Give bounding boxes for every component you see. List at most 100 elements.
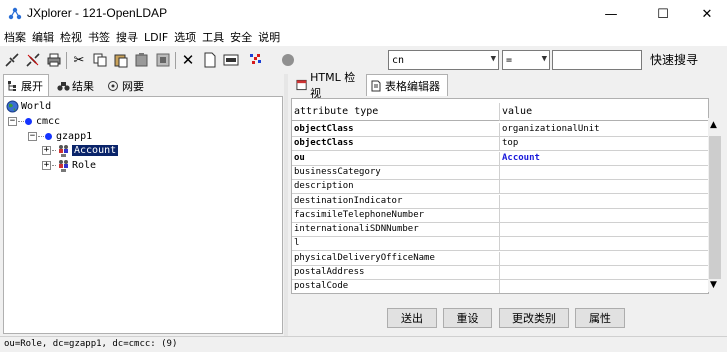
maximize-button[interactable]: ☐ <box>640 0 686 28</box>
table-row[interactable]: objectClass top <box>292 137 708 152</box>
node-dot-icon <box>25 118 32 125</box>
disconnect-icon[interactable] <box>25 52 41 68</box>
tree-node-world[interactable]: World <box>6 100 51 113</box>
refresh-icon[interactable] <box>248 52 264 68</box>
collapse-icon[interactable]: − <box>28 132 37 141</box>
tree-node-label: gzapp1 <box>56 131 93 142</box>
scroll-up-icon[interactable]: ▲ <box>710 120 717 130</box>
search-input[interactable] <box>552 50 642 70</box>
menu-help[interactable]: 说明 <box>258 29 280 45</box>
expand-icon[interactable]: + <box>42 146 51 155</box>
tree-node-label: Role <box>72 160 97 171</box>
tab-schema[interactable]: 网要 <box>104 76 154 95</box>
menu-ldif[interactable]: LDIF <box>144 31 168 44</box>
attribute-name-cell: businessCategory <box>294 166 381 177</box>
menu-view[interactable]: 检视 <box>60 29 82 45</box>
paste-icon[interactable] <box>113 52 129 68</box>
connect-icon[interactable] <box>4 52 20 68</box>
table-row[interactable]: physicalDeliveryOfficeName <box>292 251 708 266</box>
tree-node-role[interactable]: + Role <box>42 159 96 172</box>
menu-security[interactable]: 安全 <box>230 29 252 45</box>
menu-file[interactable]: 档案 <box>4 29 26 45</box>
tree-node-gzapp1[interactable]: − gzapp1 <box>28 131 92 142</box>
attribute-name-cell: l <box>294 238 300 249</box>
column-header-attribute[interactable]: attribute type <box>294 106 499 117</box>
jxplorer-logo-icon <box>8 7 22 20</box>
tab-results[interactable]: 结果 <box>54 76 102 95</box>
menu-tools[interactable]: 工具 <box>202 29 224 45</box>
copy-icon[interactable] <box>92 52 108 68</box>
people-icon <box>59 160 68 172</box>
tree-node-label: Account <box>72 145 119 156</box>
table-row[interactable]: postalAddress <box>292 266 708 280</box>
table-row[interactable]: l <box>292 237 708 252</box>
print-icon[interactable] <box>46 52 62 68</box>
tree-node-account[interactable]: + Account <box>42 144 119 157</box>
attribute-value-cell[interactable]: Account <box>502 153 707 163</box>
right-panel: HTML 检视 表格编辑器 attribute type value objec… <box>288 71 727 336</box>
node-dot-icon <box>45 133 52 140</box>
change-class-button[interactable]: 更改类别 <box>499 308 569 328</box>
menu-bar: 档案 编辑 检视 书签 搜寻 LDIF 选项 工具 安全 说明 <box>0 28 727 46</box>
attribute-name-cell: ou <box>294 152 305 163</box>
schema-icon <box>108 80 118 91</box>
scrollbar-thumb[interactable] <box>709 136 721 279</box>
tree-node-cmcc[interactable]: − cmcc <box>8 116 60 127</box>
stop-icon[interactable] <box>280 52 296 68</box>
attribute-name-cell: postalCode <box>294 281 349 292</box>
toolbar: ✂ ✕ cn ▼ = ▼ 快速搜寻 <box>0 46 727 74</box>
vertical-scrollbar[interactable]: ▲ ▼ <box>708 118 722 292</box>
minimize-button[interactable]: — <box>588 0 634 28</box>
toolbar-separator <box>175 52 176 69</box>
close-button[interactable]: ✕ <box>684 0 727 28</box>
status-text: ou=Role, dc=gzapp1, dc=cmcc: (9) <box>4 339 178 349</box>
menu-bookmarks[interactable]: 书签 <box>88 29 110 45</box>
expand-icon[interactable]: + <box>42 161 51 170</box>
table-row[interactable]: postalCode <box>292 280 708 293</box>
table-row[interactable]: description <box>292 180 708 195</box>
attribute-name-cell: objectClass <box>294 124 354 134</box>
collapse-icon[interactable]: − <box>8 117 17 126</box>
reset-button[interactable]: 重设 <box>443 308 492 328</box>
operator-combo-value: = <box>506 54 513 66</box>
html-view-icon <box>296 79 307 91</box>
toolbar-separator <box>66 52 67 69</box>
tab-table-editor[interactable]: 表格编辑器 <box>366 74 448 96</box>
operator-combo[interactable]: = ▼ <box>502 50 550 70</box>
tab-table-editor-label: 表格编辑器 <box>385 79 440 93</box>
copy-dn-icon[interactable] <box>155 52 171 68</box>
chevron-down-icon: ▼ <box>541 54 547 64</box>
chevron-down-icon: ▼ <box>490 54 496 64</box>
table-row[interactable]: businessCategory <box>292 165 708 180</box>
people-icon <box>59 145 68 157</box>
menu-search[interactable]: 搜寻 <box>116 29 138 45</box>
table-row[interactable]: objectClass organizationalUnit <box>292 123 708 137</box>
properties-button[interactable]: 属性 <box>575 308 625 328</box>
cut-icon[interactable]: ✂ <box>71 52 87 68</box>
table-row[interactable]: destinationIndicator <box>292 194 708 209</box>
quick-search-button[interactable]: 快速搜寻 <box>650 51 698 68</box>
left-panel: 展开 结果 网要 World − cmcc − gzapp1 + Account… <box>0 74 284 336</box>
attribute-value-cell[interactable]: top <box>502 138 707 148</box>
tab-html-view[interactable]: HTML 检视 <box>293 71 365 100</box>
attribute-value-cell[interactable]: organizationalUnit <box>502 124 707 134</box>
column-header-value[interactable]: value <box>502 106 707 117</box>
tab-results-label: 结果 <box>72 79 94 93</box>
paste-alias-icon[interactable] <box>134 52 150 68</box>
menu-options[interactable]: 选项 <box>174 29 196 45</box>
tab-explore-label: 展开 <box>21 79 43 93</box>
submit-button[interactable]: 送出 <box>387 308 437 328</box>
table-row[interactable]: internationaliSDNNumber <box>292 223 708 238</box>
menu-edit[interactable]: 编辑 <box>32 29 54 45</box>
scroll-down-icon[interactable]: ▼ <box>710 280 717 290</box>
table-row[interactable]: ou Account <box>292 151 708 166</box>
directory-tree[interactable]: World − cmcc − gzapp1 + Account + Role <box>3 96 283 334</box>
attribute-name-cell: internationaliSDNNumber <box>294 224 419 235</box>
rename-icon[interactable] <box>223 52 239 68</box>
delete-icon[interactable]: ✕ <box>180 51 196 69</box>
new-entry-icon[interactable] <box>202 52 218 68</box>
table-editor-icon <box>371 80 381 91</box>
attribute-combo[interactable]: cn ▼ <box>388 50 499 70</box>
table-row[interactable]: facsimileTelephoneNumber <box>292 208 708 223</box>
tab-explore[interactable]: 展开 <box>3 74 49 96</box>
